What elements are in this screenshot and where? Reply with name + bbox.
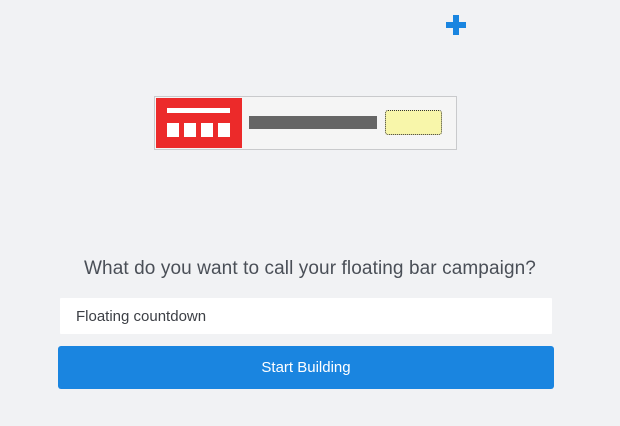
countdown-header-stripe <box>167 108 230 113</box>
start-building-button[interactable]: Start Building <box>58 346 554 389</box>
countdown-timer-graphic <box>156 98 242 148</box>
countdown-digit-box <box>184 123 196 137</box>
countdown-digit-box <box>167 123 179 137</box>
countdown-digit-box <box>201 123 213 137</box>
floating-bar-illustration <box>154 96 457 150</box>
countdown-digit-box <box>218 123 230 137</box>
plus-icon[interactable] <box>446 15 466 35</box>
message-text-placeholder <box>249 116 377 129</box>
cta-button-placeholder <box>385 110 442 135</box>
campaign-name-question: What do you want to call your floating b… <box>84 258 536 279</box>
campaign-name-input[interactable] <box>60 298 552 334</box>
